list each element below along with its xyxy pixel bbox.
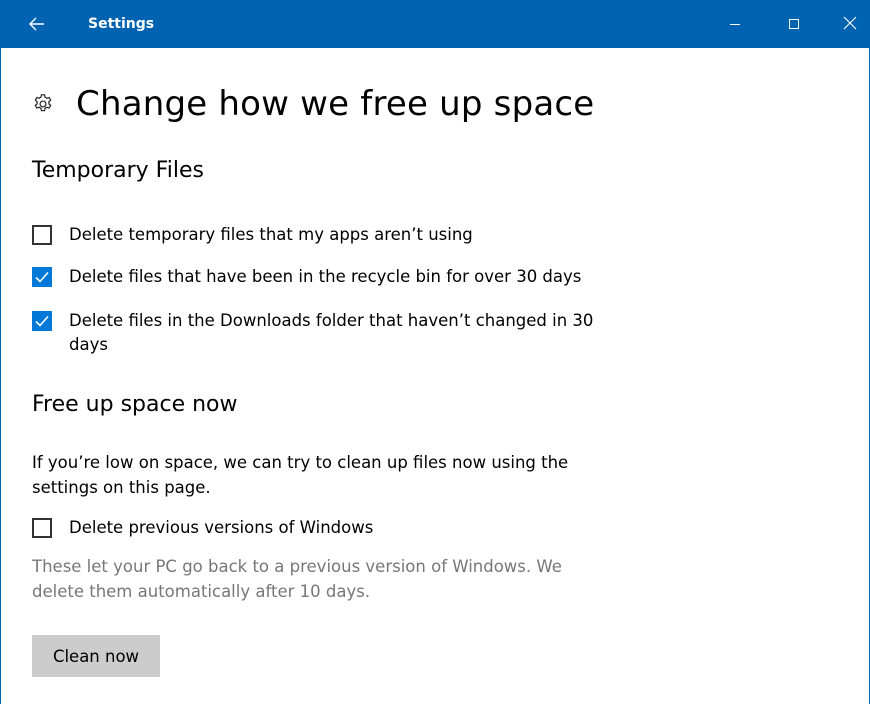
page-header: Change how we free up space — [32, 82, 594, 126]
option-delete-previous-windows[interactable]: Delete previous versions of Windows — [32, 516, 632, 540]
free-up-space-heading: Free up space now — [32, 392, 238, 417]
previous-windows-note: These let your PC go back to a previous … — [32, 557, 562, 601]
app-title: Settings — [88, 16, 155, 32]
checkbox-label[interactable]: Delete previous versions of Windows — [69, 516, 373, 540]
close-button[interactable] — [819, 0, 870, 48]
checkbox-label[interactable]: Delete files that have been in the recyc… — [69, 265, 581, 289]
maximize-icon — [788, 15, 800, 34]
title-bar: Settings — [1, 0, 869, 48]
close-icon — [843, 15, 857, 34]
page-title: Change how we free up space — [76, 84, 595, 124]
back-button[interactable] — [1, 0, 73, 48]
option-delete-recycle-bin[interactable]: Delete files that have been in the recyc… — [32, 265, 632, 289]
checkbox-delete-downloads[interactable] — [32, 311, 52, 331]
back-arrow-icon — [29, 17, 45, 31]
checkmark-icon — [35, 271, 49, 283]
minimize-button[interactable] — [704, 0, 766, 48]
checkmark-icon — [35, 315, 49, 327]
checkbox-label[interactable]: Delete temporary files that my apps aren… — [69, 223, 473, 247]
temporary-files-heading: Temporary Files — [32, 158, 204, 183]
maximize-button[interactable] — [763, 0, 825, 48]
checkbox-delete-previous-windows[interactable] — [32, 518, 52, 538]
free-up-description: If you’re low on space, we can try to cl… — [32, 453, 569, 497]
checkbox-delete-recycle-bin[interactable] — [32, 267, 52, 287]
gear-icon — [34, 94, 52, 112]
checkbox-delete-temp-files[interactable] — [32, 225, 52, 245]
clean-now-button[interactable]: Clean now — [32, 635, 160, 677]
option-delete-temp-files[interactable]: Delete temporary files that my apps aren… — [32, 223, 632, 247]
minimize-icon — [729, 15, 741, 34]
option-delete-downloads[interactable]: Delete files in the Downloads folder tha… — [32, 309, 632, 357]
settings-window: Settings Change how we free up space Tem… — [0, 0, 870, 704]
checkbox-label[interactable]: Delete files in the Downloads folder tha… — [69, 309, 624, 357]
